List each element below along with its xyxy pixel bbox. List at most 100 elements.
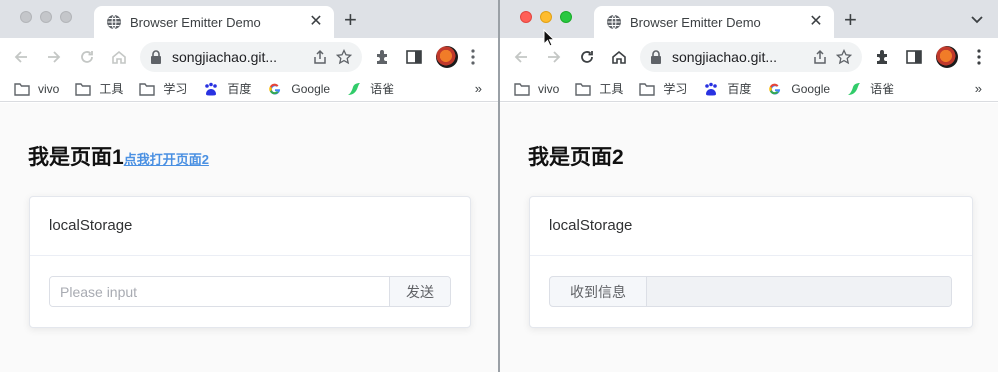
globe-icon — [107, 14, 121, 30]
new-tab-button[interactable]: + — [844, 9, 857, 31]
profile-avatar[interactable] — [936, 46, 958, 68]
google-icon — [269, 83, 281, 94]
browser-tab[interactable]: Browser Emitter Demo ✕ — [594, 6, 834, 38]
url-text: songjiachao.git... — [672, 49, 778, 65]
side-panel-icon[interactable] — [905, 48, 923, 66]
globe-icon — [607, 14, 621, 30]
folder-icon — [14, 82, 30, 96]
url-text: songjiachao.git... — [172, 49, 278, 65]
folder-icon — [639, 82, 656, 96]
side-panel-icon[interactable] — [405, 48, 423, 66]
tab-title: Browser Emitter Demo — [130, 14, 261, 30]
close-window-button[interactable] — [520, 11, 532, 23]
bookmark-folder-vivo[interactable]: vivo — [14, 82, 59, 96]
share-icon[interactable] — [312, 49, 328, 65]
bookmark-label: 学习 — [163, 82, 188, 96]
home-icon[interactable] — [110, 48, 128, 66]
bookmark-label: Google — [291, 81, 331, 96]
folder-icon — [75, 82, 92, 96]
bookmark-google[interactable]: Google — [267, 82, 330, 96]
close-window-button[interactable] — [20, 11, 32, 23]
bookmark-yuque[interactable]: 语雀 — [846, 80, 894, 97]
localstorage-card: localStorage 发送 — [29, 196, 471, 328]
share-icon[interactable] — [812, 49, 828, 65]
browser-window-left: Browser Emitter Demo ✕ + songjiachao.git… — [0, 0, 498, 372]
baidu-icon — [205, 82, 218, 95]
folder-icon — [514, 82, 530, 96]
bookmark-baidu[interactable]: 百度 — [703, 80, 751, 97]
bookmark-label: vivo — [538, 81, 560, 96]
google-icon — [769, 83, 781, 94]
bookmark-label: 学习 — [663, 82, 688, 96]
more-menu-icon[interactable] — [976, 48, 982, 66]
address-bar[interactable]: songjiachao.git... — [140, 42, 362, 72]
folder-icon — [575, 82, 592, 96]
lock-icon — [651, 50, 661, 64]
bookmarks-bar: vivo 工具 学习 百度 Google 语雀 » — [500, 76, 998, 102]
bookmark-label: 工具 — [99, 82, 124, 96]
page-title: 我是页面1 — [28, 146, 124, 169]
send-button[interactable]: 发送 — [389, 277, 450, 306]
received-message-group: 收到信息 — [549, 276, 952, 307]
folder-icon — [139, 82, 156, 96]
bookmark-folder-tools[interactable]: 工具 — [575, 80, 623, 97]
tab-title: Browser Emitter Demo — [630, 14, 761, 30]
window-controls — [520, 11, 572, 23]
minimize-window-button[interactable] — [540, 11, 552, 23]
bookmark-folder-vivo[interactable]: vivo — [514, 82, 559, 96]
more-menu-icon[interactable] — [470, 48, 476, 66]
bookmark-label: 语雀 — [870, 82, 895, 96]
tab-search-chevron-icon[interactable] — [970, 12, 984, 26]
page-heading: 我是页面1点我打开页面2 — [28, 141, 209, 171]
bookmark-yuque[interactable]: 语雀 — [346, 80, 394, 97]
reload-icon[interactable] — [578, 48, 596, 66]
toolbar: songjiachao.git... — [500, 38, 998, 76]
yuque-icon — [848, 82, 861, 95]
bookmarks-overflow-button[interactable]: » — [975, 81, 982, 96]
back-arrow-icon[interactable] — [12, 48, 30, 66]
received-message-value — [647, 277, 951, 306]
zoom-window-button[interactable] — [60, 11, 72, 23]
new-tab-button[interactable]: + — [344, 9, 357, 31]
back-arrow-icon[interactable] — [512, 48, 530, 66]
bookmarks-bar: vivo 工具 学习 百度 Google 语雀 » — [0, 76, 498, 102]
message-input-group: 发送 — [49, 276, 451, 307]
browser-tab[interactable]: Browser Emitter Demo ✕ — [94, 6, 334, 38]
bookmark-google[interactable]: Google — [767, 82, 830, 96]
zoom-window-button[interactable] — [560, 11, 572, 23]
extensions-icon[interactable] — [374, 48, 392, 66]
bookmark-label: Google — [791, 81, 831, 96]
baidu-icon — [705, 82, 718, 95]
bookmark-folder-study[interactable]: 学习 — [639, 80, 687, 97]
extensions-icon[interactable] — [874, 48, 892, 66]
open-page2-link[interactable]: 点我打开页面2 — [124, 152, 209, 167]
bookmark-folder-study[interactable]: 学习 — [139, 80, 187, 97]
close-tab-icon[interactable]: ✕ — [808, 14, 824, 30]
bookmark-star-icon[interactable] — [836, 49, 852, 65]
bookmark-folder-tools[interactable]: 工具 — [75, 80, 123, 97]
tab-strip: Browser Emitter Demo ✕ + — [500, 0, 998, 38]
forward-arrow-icon[interactable] — [45, 48, 63, 66]
profile-avatar[interactable] — [436, 46, 458, 68]
bookmark-baidu[interactable]: 百度 — [203, 80, 251, 97]
mouse-cursor-icon — [543, 29, 555, 47]
minimize-window-button[interactable] — [40, 11, 52, 23]
message-input[interactable] — [50, 277, 389, 306]
localstorage-card: localStorage 收到信息 — [529, 196, 973, 328]
yuque-icon — [348, 82, 361, 95]
window-controls — [20, 11, 72, 23]
card-title: localStorage — [530, 197, 972, 256]
forward-arrow-icon[interactable] — [545, 48, 563, 66]
page-content: 我是页面2 localStorage 收到信息 — [500, 103, 998, 372]
home-icon[interactable] — [610, 48, 628, 66]
bookmarks-overflow-button[interactable]: » — [475, 81, 482, 96]
card-title: localStorage — [30, 197, 470, 256]
toolbar: songjiachao.git... — [0, 38, 498, 76]
bookmark-label: 工具 — [599, 82, 624, 96]
bookmark-star-icon[interactable] — [336, 49, 352, 65]
close-tab-icon[interactable]: ✕ — [308, 14, 324, 30]
address-bar[interactable]: songjiachao.git... — [640, 42, 862, 72]
page-title: 我是页面2 — [528, 146, 624, 169]
reload-icon[interactable] — [78, 48, 96, 66]
received-label: 收到信息 — [550, 277, 647, 306]
